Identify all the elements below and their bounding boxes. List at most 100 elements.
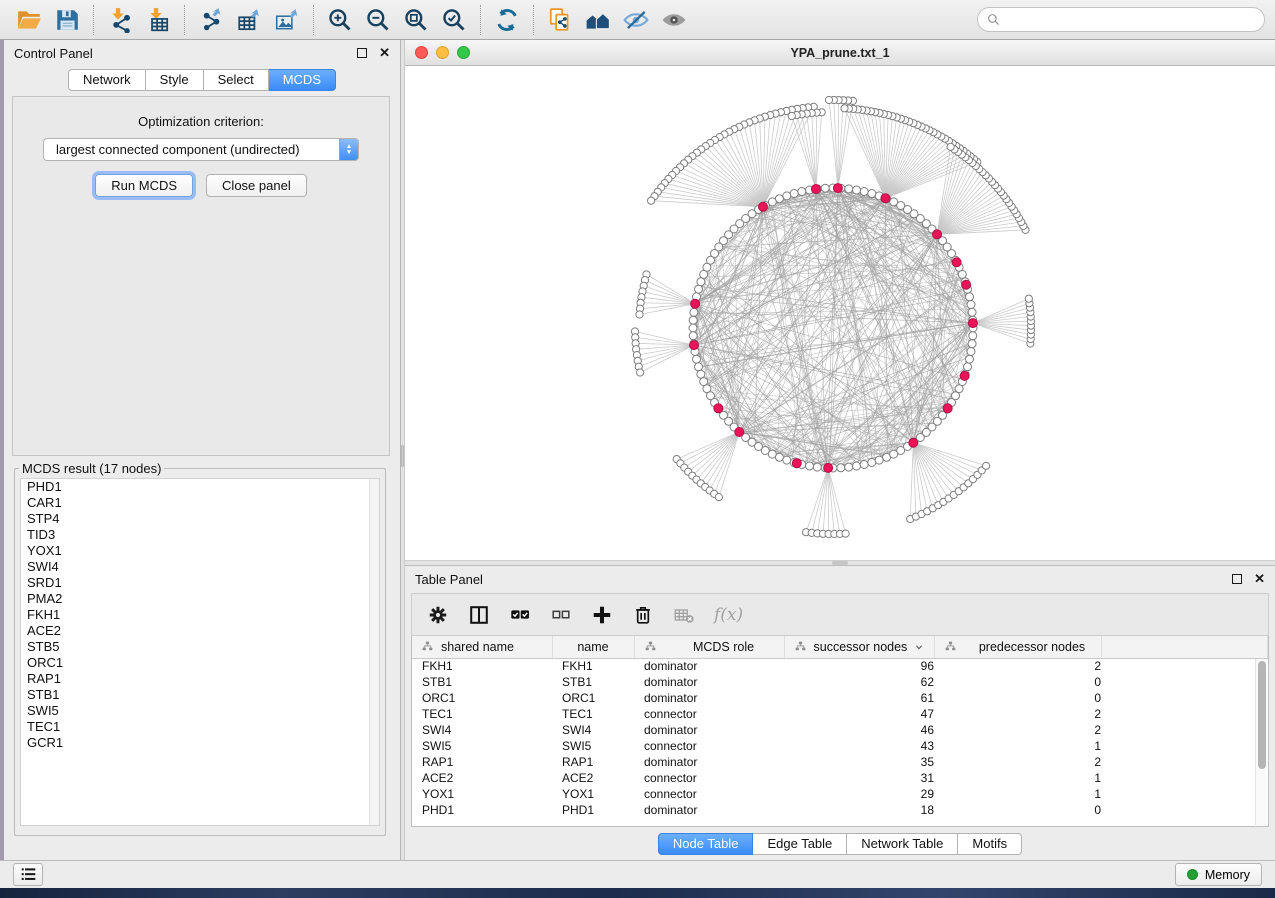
mcds-result-item[interactable]: TID3 [21,527,379,543]
search-input[interactable] [1006,11,1255,28]
cell-successor-nodes[interactable]: 29 [784,786,934,802]
mcds-result-item[interactable]: STP4 [21,511,379,527]
mcds-result-item[interactable]: ACE2 [21,623,379,639]
mcds-result-item[interactable]: PHD1 [21,479,379,495]
cell-predecessor-nodes[interactable]: 0 [934,802,1101,818]
column-header-name[interactable]: name [552,636,634,658]
cell-name[interactable]: TEC1 [552,706,634,722]
cell-name[interactable]: FKH1 [552,658,634,674]
cell-mcds-role[interactable]: dominator [634,658,784,674]
duplicate-network-button[interactable] [541,4,579,36]
mcds-result-item[interactable]: SRD1 [21,575,379,591]
cell-name[interactable]: SWI5 [552,738,634,754]
zoom-selected-button[interactable] [435,4,473,36]
cell-shared-name[interactable]: ACE2 [412,770,552,786]
cell-predecessor-nodes[interactable]: 2 [934,658,1101,674]
zoom-fit-button[interactable] [397,4,435,36]
network-graph[interactable] [405,66,1275,560]
cell-shared-name[interactable]: PHD1 [412,802,552,818]
vertical-splitter-grip[interactable] [401,445,404,467]
task-history-button[interactable] [13,863,43,886]
settings-button[interactable] [427,604,449,626]
float-panel-icon[interactable] [357,48,367,58]
tab-node-table[interactable]: Node Table [658,833,754,855]
cell-mcds-role[interactable]: connector [634,770,784,786]
mcds-result-item[interactable]: GCR1 [21,735,379,751]
deselect-all-button[interactable] [550,604,572,626]
columns-button[interactable] [468,604,490,626]
cell-shared-name[interactable]: SWI5 [412,738,552,754]
column-header-mcds-role[interactable]: MCDS role [634,636,784,658]
table-row[interactable]: RAP1RAP1dominator352 [412,754,1268,770]
refresh-button[interactable] [488,4,526,36]
search-box[interactable] [977,7,1265,32]
cell-name[interactable]: PHD1 [552,802,634,818]
cell-mcds-role[interactable]: dominator [634,722,784,738]
export-table-button[interactable] [230,4,268,36]
cell-successor-nodes[interactable]: 35 [784,754,934,770]
cell-successor-nodes[interactable]: 31 [784,770,934,786]
table-row[interactable]: SWI4SWI4dominator462 [412,722,1268,738]
mcds-result-list[interactable]: PHD1CAR1STP4TID3YOX1SWI4SRD1PMA2FKH1ACE2… [20,478,380,826]
memory-button[interactable]: Memory [1175,863,1262,886]
mcds-result-item[interactable]: SWI5 [21,703,379,719]
cell-predecessor-nodes[interactable]: 2 [934,706,1101,722]
mcds-result-item[interactable]: CAR1 [21,495,379,511]
cell-successor-nodes[interactable]: 43 [784,738,934,754]
mcds-result-item[interactable]: STB5 [21,639,379,655]
cell-name[interactable]: ORC1 [552,690,634,706]
table-row[interactable]: FKH1FKH1dominator962 [412,658,1268,674]
tab-style[interactable]: Style [146,69,204,91]
cell-predecessor-nodes[interactable]: 2 [934,722,1101,738]
column-header-shared-name[interactable]: shared name [412,636,552,658]
zoom-out-button[interactable] [359,4,397,36]
mcds-result-item[interactable]: TEC1 [21,719,379,735]
delete-table-button[interactable] [673,604,695,626]
cell-successor-nodes[interactable]: 61 [784,690,934,706]
cell-shared-name[interactable]: RAP1 [412,754,552,770]
table-row[interactable]: ORC1ORC1dominator610 [412,690,1268,706]
tab-edge-table[interactable]: Edge Table [753,833,847,855]
horizontal-splitter-grip[interactable] [832,561,848,565]
zoom-in-button[interactable] [321,4,359,36]
import-table-button[interactable] [139,4,177,36]
cell-successor-nodes[interactable]: 62 [784,674,934,690]
hide-selected-button[interactable] [617,4,655,36]
mcds-result-item[interactable]: FKH1 [21,607,379,623]
cell-successor-nodes[interactable]: 18 [784,802,934,818]
open-file-button[interactable] [10,4,48,36]
cell-mcds-role[interactable]: connector [634,786,784,802]
table-scrollbar[interactable] [1255,659,1267,825]
mcds-result-item[interactable]: YOX1 [21,543,379,559]
cell-mcds-role[interactable]: dominator [634,754,784,770]
cell-shared-name[interactable]: ORC1 [412,690,552,706]
select-all-button[interactable] [509,604,531,626]
cell-mcds-role[interactable]: connector [634,738,784,754]
column-header-successor-nodes[interactable]: successor nodes [784,636,934,658]
close-table-panel-icon[interactable]: ✕ [1254,574,1265,584]
mcds-list-scrollbar[interactable] [369,479,379,825]
maximize-window-icon[interactable] [457,46,470,59]
mcds-result-item[interactable]: STB1 [21,687,379,703]
cell-shared-name[interactable]: STB1 [412,674,552,690]
cell-shared-name[interactable]: FKH1 [412,658,552,674]
add-row-button[interactable] [591,604,613,626]
first-neighbors-button[interactable] [579,4,617,36]
table-row[interactable]: YOX1YOX1connector291 [412,786,1268,802]
tab-network[interactable]: Network [68,69,146,91]
table-row[interactable]: ACE2ACE2connector311 [412,770,1268,786]
export-image-button[interactable] [268,4,306,36]
mcds-result-item[interactable]: ORC1 [21,655,379,671]
import-network-button[interactable] [101,4,139,36]
cell-name[interactable]: RAP1 [552,754,634,770]
tab-network-table[interactable]: Network Table [847,833,958,855]
cell-mcds-role[interactable]: dominator [634,802,784,818]
table-scrollbar-thumb[interactable] [1258,661,1266,769]
optimization-criterion-select[interactable]: largest connected component (undirected)… [43,138,359,161]
cell-mcds-role[interactable]: dominator [634,674,784,690]
cell-name[interactable]: SWI4 [552,722,634,738]
cell-name[interactable]: STB1 [552,674,634,690]
mcds-result-item[interactable]: PMA2 [21,591,379,607]
cell-predecessor-nodes[interactable]: 1 [934,786,1101,802]
mcds-result-item[interactable]: RAP1 [21,671,379,687]
